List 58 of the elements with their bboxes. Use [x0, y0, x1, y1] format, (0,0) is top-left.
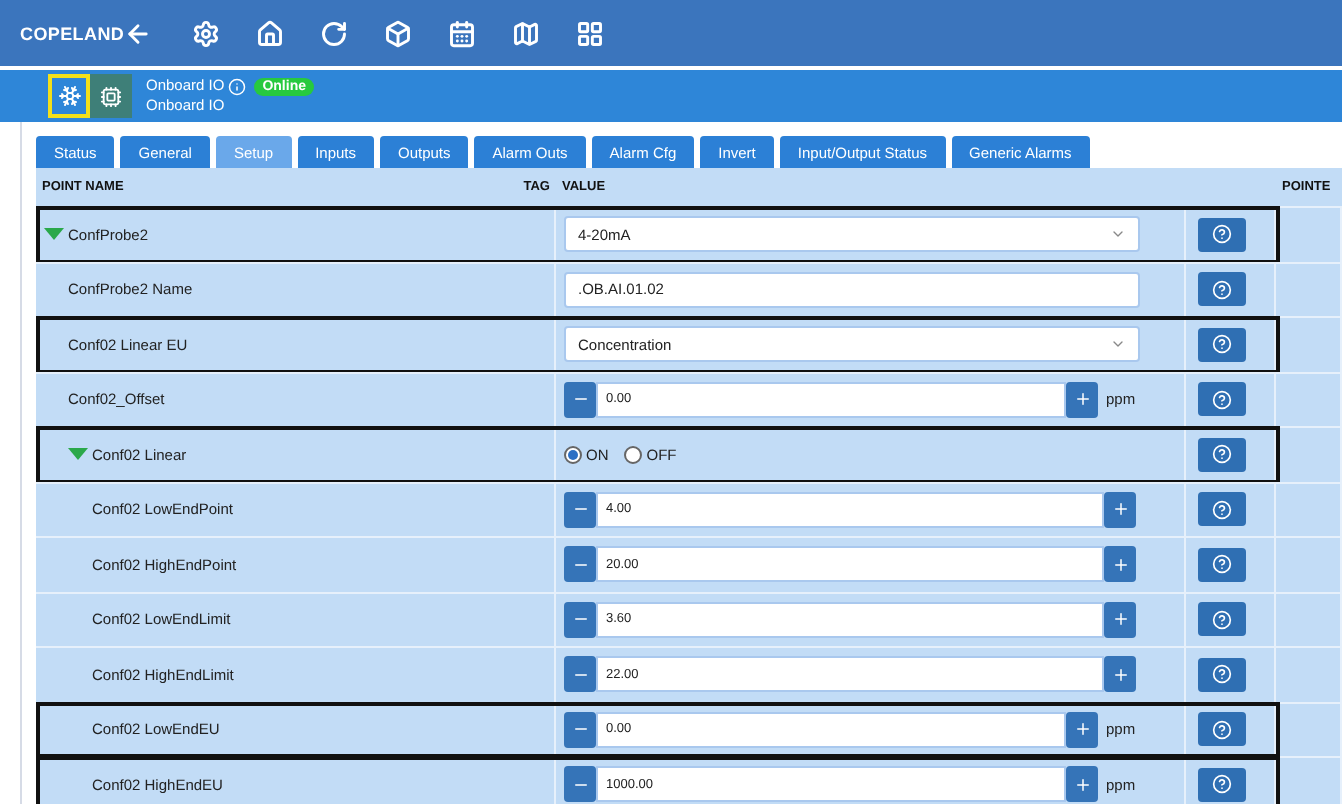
snowflake-icon — [57, 84, 81, 108]
settings-icon[interactable] — [192, 19, 221, 47]
help-icon — [1212, 609, 1232, 630]
decrement-button[interactable] — [564, 601, 596, 638]
help-icon — [1212, 389, 1232, 410]
map-icon[interactable] — [512, 19, 541, 47]
help-button[interactable] — [1198, 217, 1246, 252]
info-icon[interactable] — [228, 77, 247, 95]
decrement-button[interactable] — [564, 381, 596, 418]
help-icon — [1212, 774, 1232, 795]
help-button[interactable] — [1198, 767, 1246, 802]
help-icon — [1212, 224, 1232, 245]
brand-logo: COPELAND — [20, 23, 125, 43]
help-button[interactable] — [1198, 712, 1246, 747]
decrement-button[interactable] — [564, 766, 596, 803]
increment-button[interactable] — [1066, 711, 1098, 748]
refresh-icon[interactable] — [320, 19, 349, 47]
increment-button[interactable] — [1066, 381, 1098, 418]
help-icon — [1212, 664, 1232, 685]
help-icon — [1212, 444, 1232, 465]
help-icon — [1212, 554, 1232, 575]
help-icon — [1212, 499, 1232, 520]
help-icon — [1212, 719, 1232, 740]
help-button[interactable] — [1198, 547, 1246, 582]
help-button[interactable] — [1198, 327, 1246, 362]
cube-icon[interactable] — [384, 19, 413, 47]
radio-button[interactable] — [564, 445, 582, 464]
help-button[interactable] — [1198, 382, 1246, 417]
increment-button[interactable] — [1066, 766, 1098, 803]
plus-icon — [1073, 390, 1091, 409]
help-icon — [1212, 279, 1232, 300]
chip-tile[interactable] — [90, 74, 132, 118]
plus-icon — [1073, 775, 1091, 794]
plus-icon — [1111, 555, 1129, 574]
help-button[interactable] — [1198, 272, 1246, 307]
help-button[interactable] — [1198, 492, 1246, 527]
plus-icon — [1111, 665, 1129, 684]
snowflake-tile[interactable] — [48, 74, 90, 118]
plus-icon — [1111, 500, 1129, 519]
chip-icon — [100, 85, 122, 107]
increment-button[interactable] — [1104, 546, 1136, 583]
decrement-button[interactable] — [564, 491, 596, 528]
decrement-button[interactable] — [564, 546, 596, 583]
home-icon[interactable] — [256, 19, 285, 47]
decrement-button[interactable] — [564, 656, 596, 693]
help-icon — [1212, 334, 1232, 355]
increment-button[interactable] — [1104, 601, 1136, 638]
calendar-icon[interactable] — [448, 19, 477, 47]
increment-button[interactable] — [1104, 491, 1136, 528]
radio-button[interactable] — [624, 445, 643, 464]
help-button[interactable] — [1198, 437, 1246, 472]
help-button[interactable] — [1198, 602, 1246, 637]
plus-icon — [1111, 610, 1129, 629]
grid-icon[interactable] — [576, 19, 605, 47]
plus-icon — [1073, 720, 1091, 739]
increment-button[interactable] — [1104, 656, 1136, 693]
decrement-button[interactable] — [564, 711, 596, 748]
help-button[interactable] — [1198, 657, 1246, 692]
